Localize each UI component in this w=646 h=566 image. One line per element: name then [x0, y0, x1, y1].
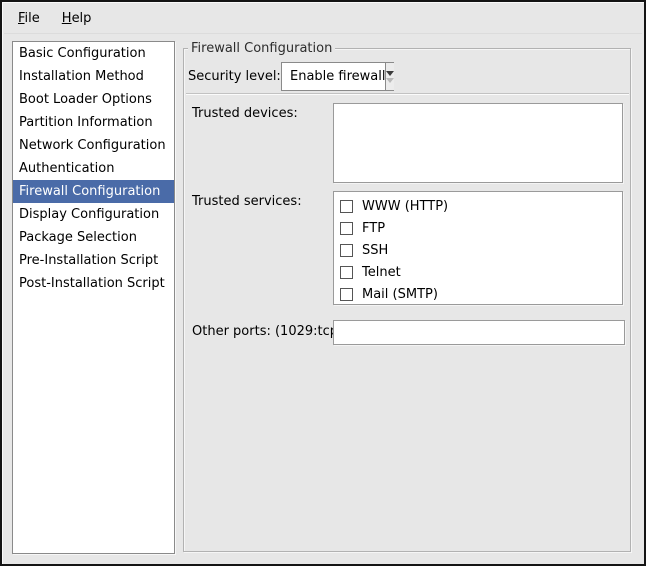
- service-label: Mail (SMTP): [362, 287, 438, 302]
- sidebar-item-installation-method[interactable]: Installation Method: [13, 65, 174, 88]
- trusted-devices-label: Trusted devices:: [192, 106, 298, 121]
- service-row-telnet[interactable]: Telnet: [334, 261, 622, 283]
- sidebar-item-basic-configuration[interactable]: Basic Configuration: [13, 42, 174, 65]
- service-checkbox-www[interactable]: [340, 200, 353, 213]
- trusted-devices-list[interactable]: [333, 103, 623, 183]
- service-row-ftp[interactable]: FTP: [334, 217, 622, 239]
- menu-help-mnemonic: H: [62, 11, 72, 26]
- app-window: File Help Basic Configuration Installati…: [0, 0, 646, 566]
- service-checkbox-telnet[interactable]: [340, 266, 353, 279]
- menu-file[interactable]: File: [10, 7, 48, 30]
- other-ports-label: Other ports: (1029:tcp): [192, 324, 343, 339]
- separator: [186, 93, 629, 95]
- service-label: SSH: [362, 243, 388, 258]
- service-label: WWW (HTTP): [362, 199, 448, 214]
- main-panel-frame: Firewall Configuration Security level: E…: [183, 48, 631, 552]
- menubar: File Help: [4, 4, 642, 34]
- security-level-label: Security level:: [188, 69, 281, 84]
- sidebar-item-authentication[interactable]: Authentication: [13, 157, 174, 180]
- service-row-ssh[interactable]: SSH: [334, 239, 622, 261]
- config-section-list: Basic Configuration Installation Method …: [12, 41, 175, 554]
- menu-help-label: elp: [72, 11, 92, 26]
- menu-help[interactable]: Help: [54, 7, 100, 30]
- service-checkbox-mail[interactable]: [340, 288, 353, 301]
- security-level-value: Enable firewall: [282, 63, 385, 90]
- sidebar-item-display-configuration[interactable]: Display Configuration: [13, 203, 174, 226]
- sidebar-item-pre-installation-script[interactable]: Pre-Installation Script: [13, 249, 174, 272]
- other-ports-input[interactable]: [333, 320, 625, 345]
- service-label: FTP: [362, 221, 385, 236]
- dropdown-arrow-icon: [385, 63, 394, 90]
- service-row-mail[interactable]: Mail (SMTP): [334, 283, 622, 305]
- menu-file-label: ile: [25, 11, 40, 26]
- sidebar-item-boot-loader-options[interactable]: Boot Loader Options: [13, 88, 174, 111]
- sidebar-item-firewall-configuration[interactable]: Firewall Configuration: [13, 180, 174, 203]
- sidebar-item-package-selection[interactable]: Package Selection: [13, 226, 174, 249]
- sidebar-item-partition-information[interactable]: Partition Information: [13, 111, 174, 134]
- trusted-services-list: WWW (HTTP) FTP SSH Telnet Mail (SMTP): [333, 191, 623, 305]
- security-level-dropdown[interactable]: Enable firewall: [281, 62, 394, 91]
- service-checkbox-ssh[interactable]: [340, 244, 353, 257]
- frame-title: Firewall Configuration: [188, 40, 335, 57]
- service-row-www[interactable]: WWW (HTTP): [334, 195, 622, 217]
- service-checkbox-ftp[interactable]: [340, 222, 353, 235]
- service-label: Telnet: [362, 265, 401, 280]
- trusted-services-label: Trusted services:: [192, 194, 302, 209]
- sidebar-item-post-installation-script[interactable]: Post-Installation Script: [13, 272, 174, 295]
- sidebar-item-network-configuration[interactable]: Network Configuration: [13, 134, 174, 157]
